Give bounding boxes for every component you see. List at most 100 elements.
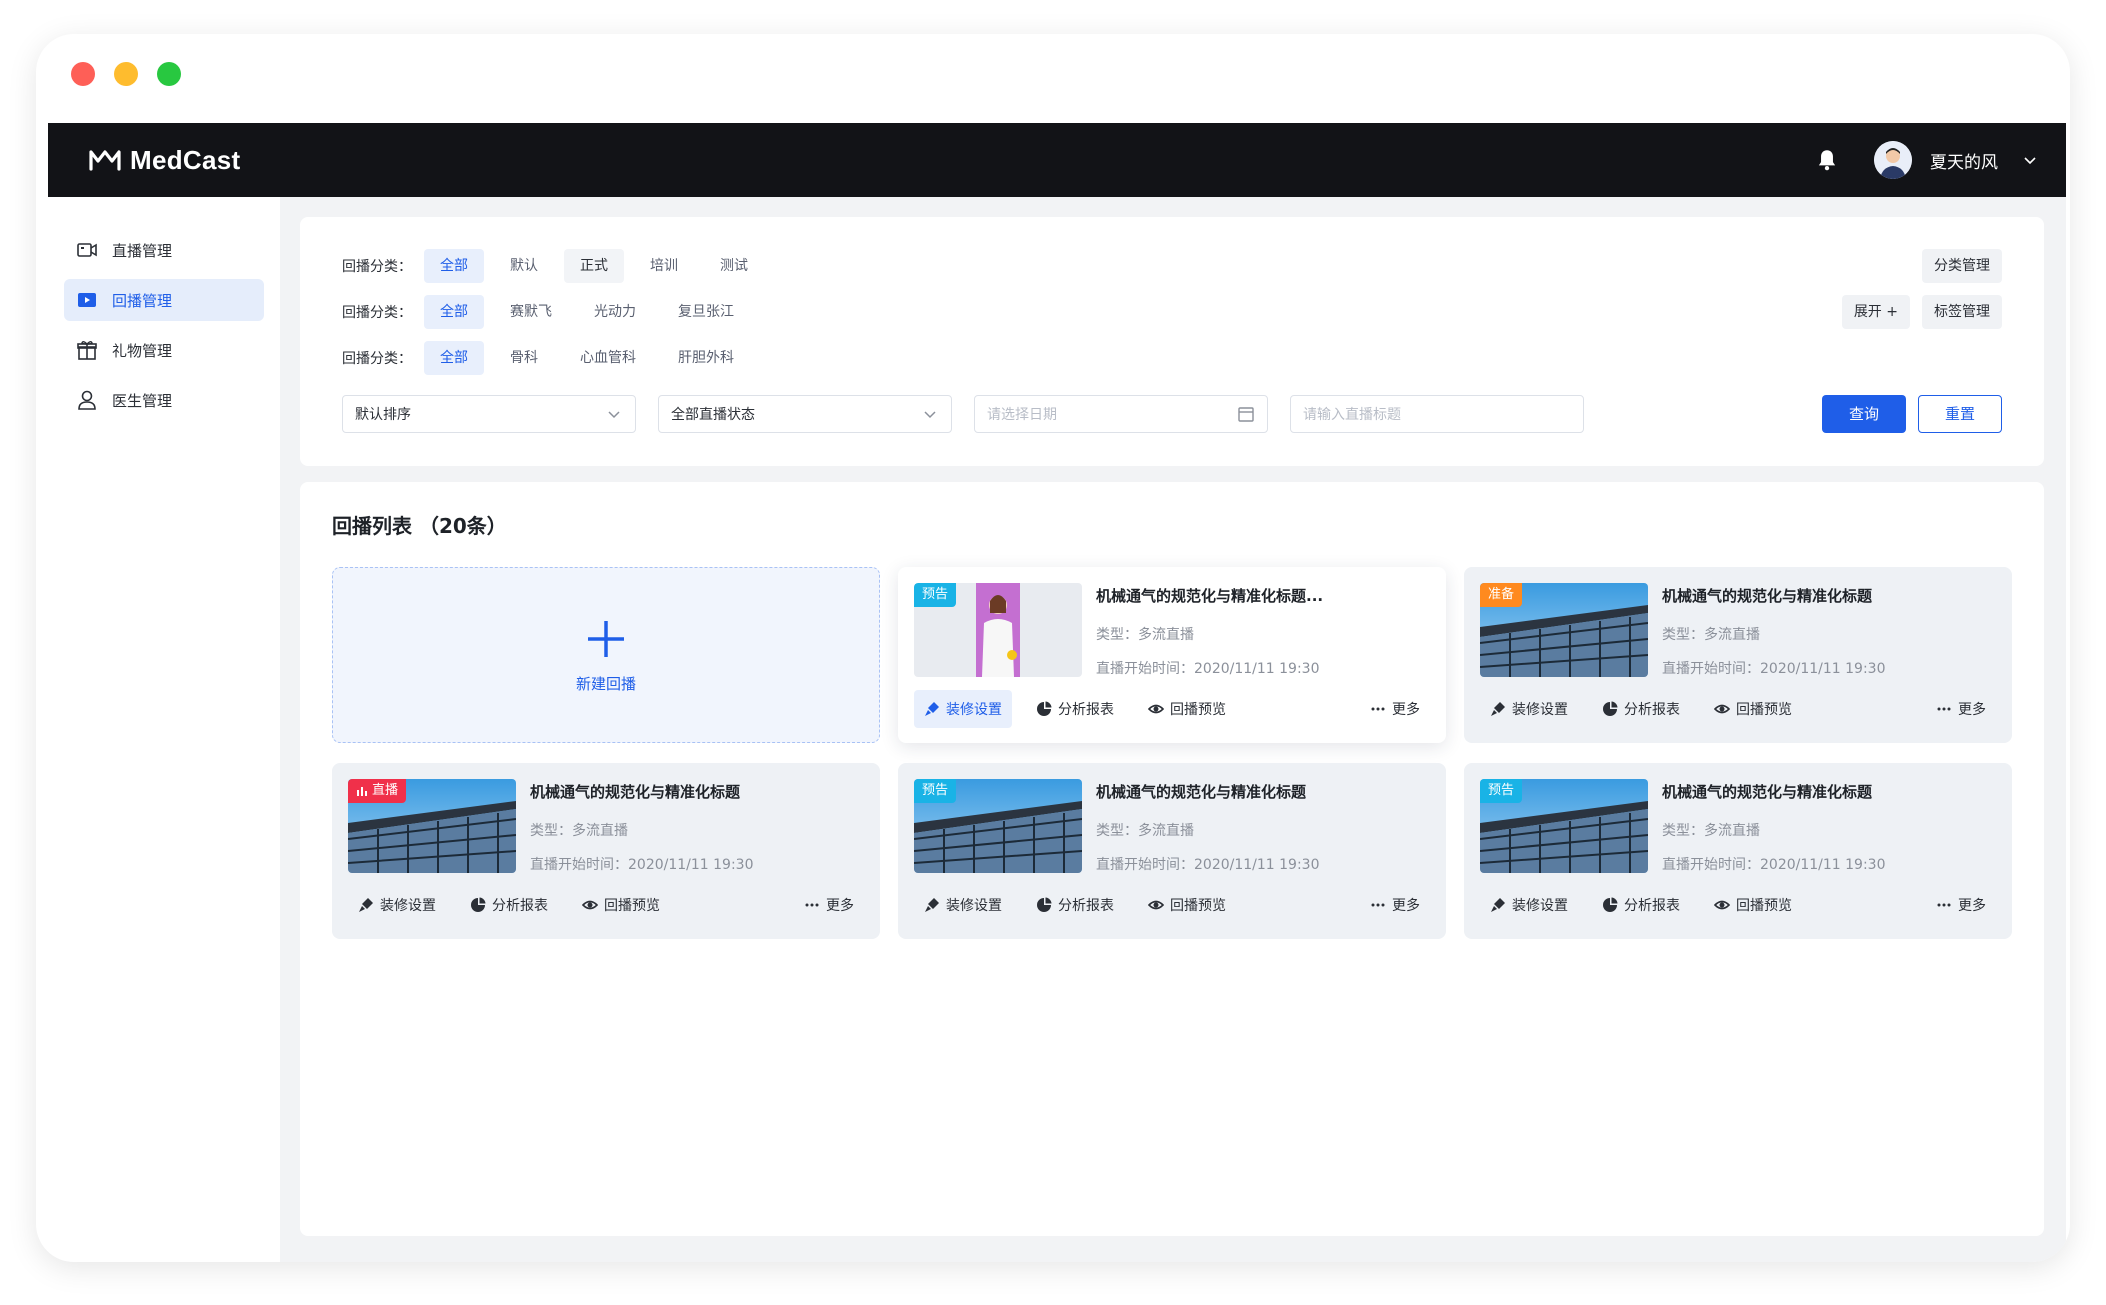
eye-icon [1714,900,1730,910]
filter-option[interactable]: 赛默飞 [494,295,568,329]
filter-option[interactable]: 复旦张江 [662,295,750,329]
calendar-icon [1238,407,1254,422]
eye-icon [1714,704,1730,714]
replay-title[interactable]: 机械通气的规范化与精准化标题 [1662,781,1996,802]
new-replay-label: 新建回播 [575,674,636,693]
filter-option[interactable]: 培训 [634,249,694,283]
sidebar-item-gift[interactable]: 礼物管理 [64,329,264,371]
decorate-button[interactable]: 装修设置 [914,886,1012,924]
pie-chart-icon [1603,897,1618,912]
pie-chart-icon [471,897,486,912]
decorate-button[interactable]: 装修设置 [1480,690,1578,728]
report-button[interactable]: 分析报表 [1026,690,1124,728]
decorate-button[interactable]: 装修设置 [1480,886,1578,924]
card-actions: 装修设置 分析报表 回播预览 更多 [1480,886,1996,924]
filter-option[interactable]: 默认 [494,249,554,283]
status-select-value: 全部直播状态 [671,407,755,423]
status-select[interactable]: 全部直播状态 [658,395,952,433]
date-placeholder: 请选择日期 [987,407,1057,423]
report-label: 分析报表 [492,898,548,914]
sort-select[interactable]: 默认排序 [342,395,636,433]
more-button[interactable]: 更多 [1926,690,1996,728]
sidebar-item-live[interactable]: 直播管理 [64,229,264,271]
replay-card[interactable]: 预告 机械通气的规范化与精准化标题... 类型：多流直播 直播开始时间：2020… [898,567,1446,743]
replay-type: 类型：多流直播 [1662,823,1760,839]
replay-card[interactable]: 直播 机械通气的规范化与精准化标题 类型：多流直播 直播开始时间：2020/11… [332,763,880,939]
card-actions: 装修设置 分析报表 回播预览 更多 [914,690,1430,728]
date-picker[interactable]: 请选择日期 [974,395,1268,433]
replay-time: 直播开始时间：2020/11/11 19:30 [1096,661,1320,677]
replay-title[interactable]: 机械通气的规范化与精准化标题 [530,781,864,802]
paint-brush-icon [1491,898,1505,912]
new-replay-button[interactable]: 新建回播 [332,567,880,743]
pie-chart-icon [1603,701,1618,716]
bell-icon[interactable] [1814,147,1840,173]
replay-thumbnail[interactable]: 直播 [348,779,516,873]
filter-row-sponsor: 回播分类： 全部 赛默飞 光动力 复旦张江 展开 + 标签管理 [342,295,2002,329]
sidebar-item-doctor[interactable]: 医生管理 [64,379,264,421]
replay-card[interactable]: 预告 机械通气的规范化与精准化标题 类型：多流直播 直播开始时间：2020/11… [898,763,1446,939]
replay-thumbnail[interactable]: 预告 [914,779,1082,873]
user-name[interactable]: 夏天的风 [1930,148,1998,173]
report-button[interactable]: 分析报表 [1592,690,1690,728]
more-button[interactable]: 更多 [1926,886,1996,924]
title-search-input[interactable]: 请输入直播标题 [1290,395,1584,433]
filter-option[interactable]: 肝胆外科 [662,341,750,375]
replay-time: 直播开始时间：2020/11/11 19:30 [530,857,754,873]
sidebar-item-label: 医生管理 [112,391,173,410]
tag-manage-button[interactable]: 标签管理 [1922,295,2002,329]
reset-button[interactable]: 重置 [1918,395,2002,433]
replay-thumbnail[interactable]: 预告 [1480,779,1648,873]
logo[interactable]: MedCast [88,145,240,176]
minimize-window-button[interactable] [114,62,138,86]
chevron-down-icon[interactable] [2022,152,2038,168]
more-button[interactable]: 更多 [1360,886,1430,924]
report-button[interactable]: 分析报表 [460,886,558,924]
filter-option[interactable]: 全部 [424,341,484,375]
filter-option[interactable]: 正式 [564,249,624,283]
replay-thumbnail[interactable]: 预告 [914,583,1082,677]
query-button[interactable]: 查询 [1822,395,1906,433]
plus-icon [588,620,624,657]
preview-button[interactable]: 回播预览 [1138,886,1236,924]
filter-option[interactable]: 心血管科 [564,341,652,375]
avatar[interactable] [1874,141,1912,179]
filter-option[interactable]: 骨科 [494,341,554,375]
filter-row-category: 回播分类： 全部 默认 正式 培训 测试 分类管理 [342,249,2002,283]
replay-title[interactable]: 机械通气的规范化与精准化标题 [1662,585,1996,606]
expand-button[interactable]: 展开 + [1841,295,1910,329]
more-button[interactable]: 更多 [1360,690,1430,728]
filter-option[interactable]: 全部 [424,249,484,283]
category-manage-button[interactable]: 分类管理 [1922,249,2002,283]
report-label: 分析报表 [1624,898,1680,914]
status-badge: 直播 [348,779,407,803]
filter-option[interactable]: 全部 [424,295,484,329]
preview-button[interactable]: 回播预览 [1704,886,1802,924]
replay-card[interactable]: 预告 机械通气的规范化与精准化标题 类型：多流直播 直播开始时间：2020/11… [1464,763,2012,939]
preview-label: 回播预览 [1170,702,1226,718]
medcast-logo-icon [89,150,121,171]
preview-button[interactable]: 回播预览 [572,886,670,924]
maximize-window-button[interactable] [157,62,181,86]
sort-select-value: 默认排序 [355,407,411,423]
report-button[interactable]: 分析报表 [1026,886,1124,924]
filter-label: 回播分类： [342,305,412,321]
replay-card[interactable]: 准备 机械通气的规范化与精准化标题 类型：多流直播 直播开始时间：2020/11… [1464,567,2012,743]
decorate-button[interactable]: 装修设置 [348,886,446,924]
replay-title[interactable]: 机械通气的规范化与精准化标题... [1096,585,1430,606]
decorate-button[interactable]: 装修设置 [914,690,1012,728]
replay-thumbnail[interactable]: 准备 [1480,583,1648,677]
preview-button[interactable]: 回播预览 [1704,690,1802,728]
sidebar-item-replay[interactable]: 回播管理 [64,279,264,321]
close-window-button[interactable] [71,62,95,86]
window-controls [71,62,181,86]
more-button[interactable]: 更多 [794,886,864,924]
filter-option[interactable]: 测试 [704,249,764,283]
report-button[interactable]: 分析报表 [1592,886,1690,924]
preview-button[interactable]: 回播预览 [1138,690,1236,728]
eye-icon [582,900,598,910]
filter-option[interactable]: 光动力 [578,295,652,329]
user-icon [78,390,96,410]
more-label: 更多 [1958,898,1986,914]
replay-title[interactable]: 机械通气的规范化与精准化标题 [1096,781,1430,802]
